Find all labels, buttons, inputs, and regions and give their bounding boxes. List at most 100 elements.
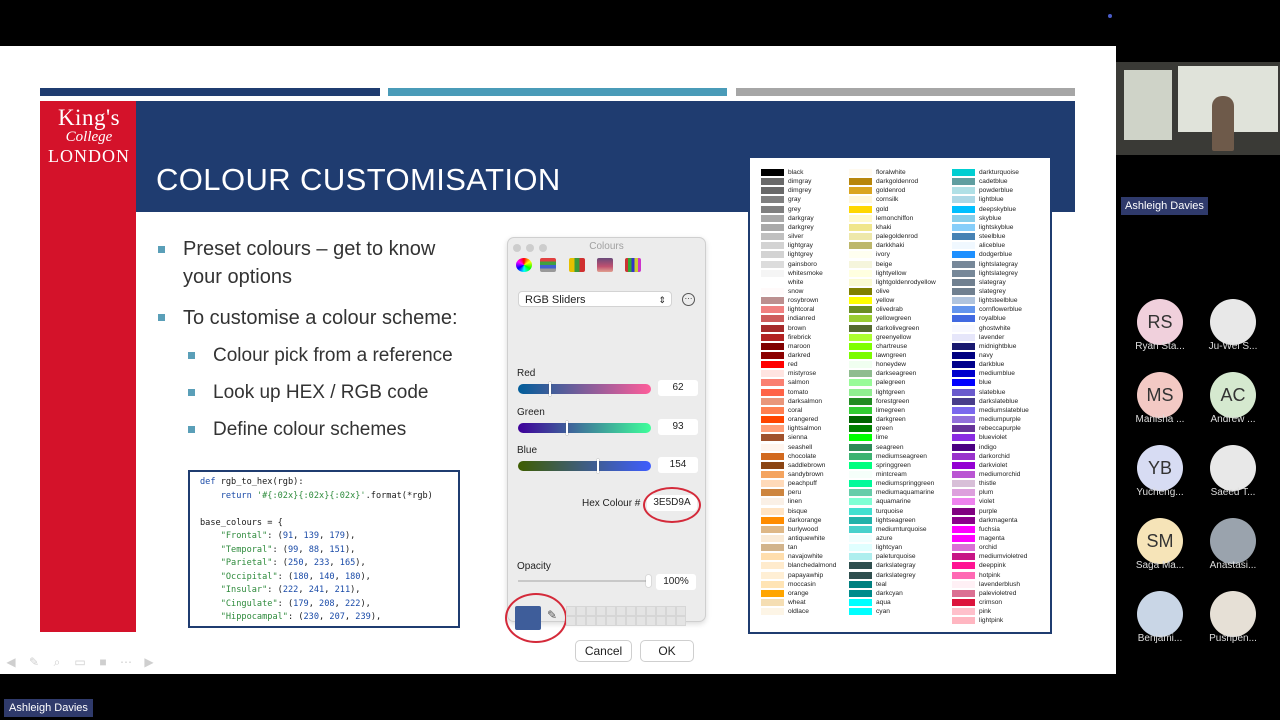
saved-swatch-cell[interactable] (606, 616, 616, 626)
saved-swatch-cell[interactable] (586, 606, 596, 616)
zoom-icon[interactable]: ⌕ (49, 654, 65, 670)
participant-avatar[interactable]: YB (1137, 445, 1183, 491)
colour-swatch (849, 461, 872, 469)
saved-swatch-cell[interactable] (626, 616, 636, 626)
colour-name: slategray (979, 278, 1006, 286)
camera-icon[interactable]: ■ (95, 654, 111, 670)
green-value-field[interactable]: 93 (658, 419, 698, 435)
colour-swatch (761, 461, 784, 469)
saved-swatch-cell[interactable] (646, 616, 656, 626)
more-options-icon[interactable]: ⋯ (682, 293, 695, 306)
saved-swatch-cell[interactable] (596, 606, 606, 616)
colour-name: lime (876, 434, 889, 442)
saved-swatch-cell[interactable] (586, 616, 596, 626)
blue-value-field[interactable]: 154 (658, 457, 698, 473)
saved-swatch-cell[interactable] (566, 606, 576, 616)
saved-swatch-cell[interactable] (636, 606, 646, 616)
colour-swatch (849, 416, 872, 424)
participant-avatar[interactable]: RS (1137, 299, 1183, 345)
colour-name: magenta (979, 535, 1005, 542)
saved-swatch-cell[interactable] (626, 606, 636, 616)
colour-name: dimgray (788, 178, 812, 186)
colour-swatch (761, 352, 784, 359)
saved-swatch-cell[interactable] (656, 616, 666, 626)
saved-swatch-cell[interactable] (576, 616, 586, 626)
saved-swatch-cell[interactable] (656, 606, 666, 616)
colour-swatch (761, 187, 784, 195)
blue-slider[interactable] (518, 459, 651, 473)
forward-icon[interactable]: ▶ (141, 654, 157, 670)
colour-swatch (849, 233, 872, 241)
colour-name: darkgrey (788, 223, 814, 231)
saved-swatch-cell[interactable] (596, 616, 606, 626)
opacity-slider-thumb[interactable] (646, 575, 651, 587)
bullet-marker (158, 246, 165, 253)
saved-swatch-cell[interactable] (676, 616, 686, 626)
opacity-label: Opacity (517, 561, 551, 572)
colour-name: yellow (876, 297, 895, 305)
blue-slider-thumb[interactable] (597, 459, 600, 473)
slider-mode-select[interactable]: RGB Sliders ⇕ (518, 291, 672, 307)
code-snippet: def rgb_to_hex(rgb): return '#{:02x}{:02… (188, 470, 460, 628)
colour-swatch (849, 507, 872, 515)
pen-icon[interactable]: ✎ (26, 654, 42, 670)
green-slider-thumb[interactable] (565, 421, 568, 435)
code-text: def rgb_to_hex(rgb): return '#{:02x}{:02… (200, 477, 433, 622)
colour-swatch (952, 516, 975, 524)
back-icon[interactable]: ◀ (3, 654, 19, 670)
green-slider[interactable] (518, 421, 651, 435)
saved-swatch-cell[interactable] (576, 606, 586, 616)
participant-avatar[interactable]: MS (1137, 372, 1183, 418)
colour-swatch (761, 589, 784, 597)
colour-name: cadetblue (979, 178, 1008, 186)
colour-swatch (849, 242, 872, 250)
participant-avatar[interactable] (1137, 591, 1183, 637)
saved-swatch-cell[interactable] (606, 606, 616, 616)
more-icon[interactable]: ⋯ (118, 654, 134, 670)
red-slider[interactable] (518, 382, 651, 396)
colour-swatch (952, 589, 975, 597)
colour-swatch (952, 388, 975, 396)
saved-swatch-cell[interactable] (616, 606, 626, 616)
participant-avatar[interactable] (1210, 591, 1256, 637)
participant-avatar[interactable] (1210, 299, 1256, 345)
sliders-tab-icon[interactable] (540, 258, 556, 272)
colour-name: green (876, 425, 893, 433)
pencils-tab-icon[interactable] (625, 258, 641, 272)
saved-swatch-cell[interactable] (566, 616, 576, 626)
colour-name: mistyrose (788, 370, 817, 378)
ok-button[interactable]: OK (640, 640, 694, 662)
colour-name: lightgoldenrodyellow (876, 278, 936, 286)
palettes-tab-icon[interactable] (569, 258, 585, 272)
subtitles-icon[interactable]: ▭ (72, 654, 88, 670)
red-slider-thumb[interactable] (549, 382, 552, 396)
participant-avatar[interactable]: SM (1137, 518, 1183, 564)
saved-swatch-cell[interactable] (646, 606, 656, 616)
colour-name: cyan (876, 608, 890, 616)
participant-avatar[interactable] (1210, 518, 1256, 564)
saved-swatch-cell[interactable] (616, 616, 626, 626)
colour-name: deepskyblue (979, 205, 1017, 213)
saved-swatch-cell[interactable] (666, 616, 676, 626)
opacity-slider[interactable] (518, 575, 651, 587)
colour-name: lightgrey (788, 251, 813, 259)
colour-swatch (849, 352, 872, 359)
colour-swatch (761, 169, 784, 176)
colour-wheel-tab-icon[interactable] (516, 258, 532, 272)
colour-name: lightgray (788, 242, 813, 250)
image-palettes-tab-icon[interactable] (597, 258, 613, 272)
colour-name: lightcyan (876, 544, 903, 552)
saved-swatch-cell[interactable] (636, 616, 646, 626)
colour-name: royalblue (979, 315, 1006, 323)
colour-name: darkorchid (979, 452, 1010, 460)
participant-name: Manisha ... (1135, 414, 1185, 425)
red-value-field[interactable]: 62 (658, 380, 698, 396)
saved-swatch-cell[interactable] (676, 606, 686, 616)
saved-swatch-cell[interactable] (666, 606, 676, 616)
participant-avatar[interactable] (1210, 445, 1256, 491)
cancel-button[interactable]: Cancel (575, 640, 632, 662)
participant-avatar[interactable]: AC (1210, 372, 1256, 418)
opacity-value-field[interactable]: 100% (656, 574, 696, 590)
colour-name: white (788, 278, 804, 286)
colour-swatch (952, 470, 975, 478)
